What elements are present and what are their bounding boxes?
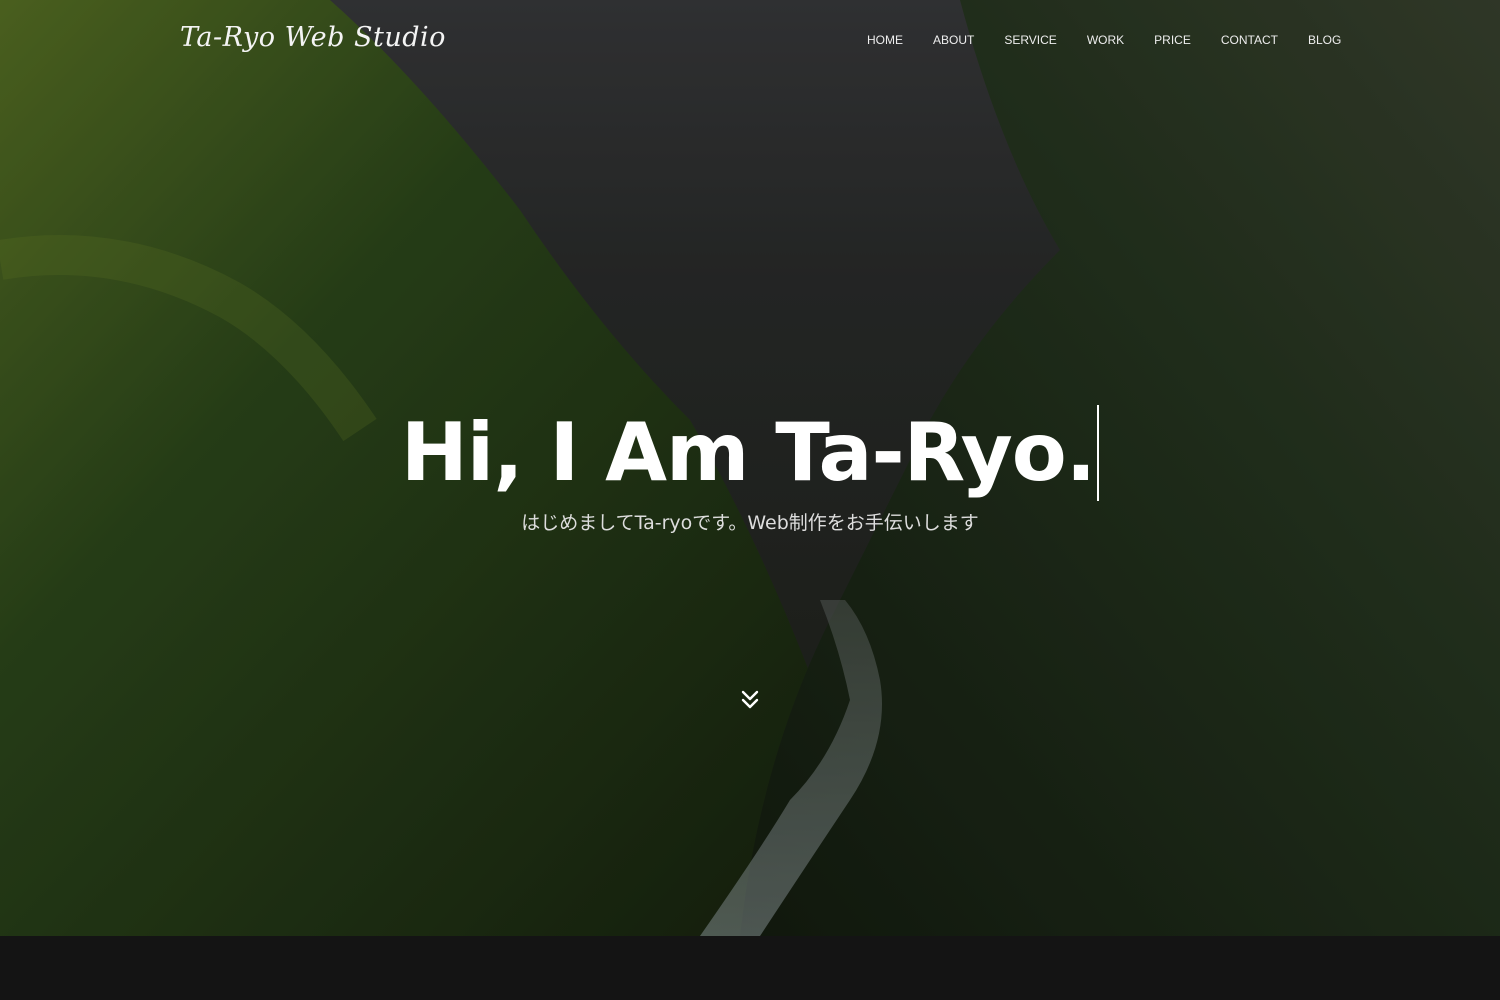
nav-about[interactable]: ABOUT [933, 30, 974, 50]
site-logo[interactable]: Ta-Ryo Web Studio [180, 22, 446, 53]
hero-subtitle: はじめましてTa-ryoです。Web制作をお手伝いします [521, 512, 979, 534]
nav-blog[interactable]: BLOG [1308, 30, 1341, 50]
typing-caret [1097, 405, 1100, 501]
main-nav: HOME ABOUT SERVICE WORK PRICE CONTACT BL… [852, 30, 1356, 50]
nav-home[interactable]: HOME [867, 30, 903, 50]
hero-headline-text: Hi, I Am Ta-Ryo. [400, 406, 1096, 499]
nav-service[interactable]: SERVICE [1004, 30, 1056, 50]
hero-section: Ta-Ryo Web Studio HOME ABOUT SERVICE WOR… [0, 0, 1500, 936]
nav-price[interactable]: PRICE [1154, 30, 1191, 50]
nav-work[interactable]: WORK [1087, 30, 1124, 50]
next-section-band [0, 936, 1500, 1000]
hero-headline: Hi, I Am Ta-Ryo. [0, 405, 1500, 501]
nav-contact[interactable]: CONTACT [1221, 30, 1278, 50]
double-chevron-down-icon[interactable] [738, 688, 762, 712]
